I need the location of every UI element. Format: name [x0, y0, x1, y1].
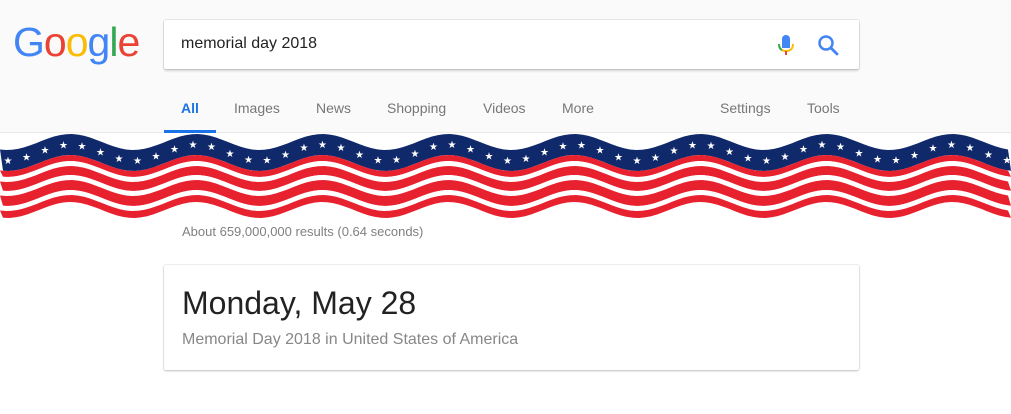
- flag-star: ★: [929, 144, 938, 155]
- microphone-icon[interactable]: [775, 33, 797, 57]
- flag-star: ★: [670, 146, 679, 157]
- search-box: [164, 20, 859, 69]
- flag-star: ★: [281, 150, 290, 161]
- flag-star: ★: [725, 147, 734, 158]
- flag-star: ★: [318, 140, 327, 151]
- flag-star: ★: [836, 142, 845, 153]
- flag-star: ★: [984, 150, 993, 161]
- tab-shopping[interactable]: Shopping: [387, 85, 446, 133]
- flag-star: ★: [577, 141, 586, 152]
- tab-settings[interactable]: Settings: [720, 85, 771, 133]
- flag-star: ★: [892, 156, 901, 167]
- flag-star: ★: [170, 144, 179, 155]
- flag-star: ★: [503, 156, 512, 167]
- tab-videos[interactable]: Videos: [483, 85, 526, 133]
- logo-letter: o: [43, 19, 67, 65]
- flag-star: ★: [133, 156, 142, 167]
- logo-letter: G: [13, 19, 45, 65]
- flag-star: ★: [115, 154, 124, 165]
- flag-star: ★: [818, 140, 827, 151]
- google-logo[interactable]: Google: [13, 19, 140, 65]
- logo-letter: g: [87, 19, 111, 65]
- flag-star: ★: [78, 141, 87, 152]
- header: Google All Images News Shopping Videos M…: [0, 0, 1011, 133]
- flag-star: ★: [392, 155, 401, 166]
- flag-star: ★: [966, 143, 975, 154]
- flag-star: ★: [152, 151, 161, 162]
- flag-star: ★: [707, 141, 716, 152]
- flag-star: ★: [226, 149, 235, 160]
- flag-star: ★: [4, 156, 13, 167]
- flag-star: ★: [374, 156, 383, 167]
- flag-star: ★: [688, 141, 697, 152]
- logo-letter: o: [65, 19, 89, 65]
- flag-star: ★: [263, 155, 272, 166]
- logo-letter: e: [117, 19, 140, 65]
- flag-star: ★: [596, 146, 605, 157]
- tab-all[interactable]: All: [164, 85, 216, 133]
- flag-star: ★: [522, 154, 531, 165]
- results-stats: About 659,000,000 results (0.64 seconds): [182, 224, 424, 239]
- memorial-day-flag-banner: ★ ★ ★ ★ ★ ★ ★ ★ ★ ★ ★ ★ ★ ★ ★ ★ ★ ★ ★ ★ ★ ★ ★ ★ ★ ★ ★ ★ ★ ★ ★ ★ ★ ★ ★ ★ ★ ★ ★ ★…: [0, 134, 1011, 218]
- flag-star: ★: [411, 149, 420, 160]
- answer-date: Monday, May 28: [182, 285, 417, 321]
- flag-star: ★: [762, 156, 771, 167]
- tab-more[interactable]: More: [562, 85, 594, 133]
- flag-star: ★: [355, 150, 364, 161]
- logo-letter: l: [109, 19, 118, 65]
- flag-star: ★: [207, 142, 216, 153]
- flag-star: ★: [559, 141, 568, 152]
- flag-star: ★: [873, 155, 882, 166]
- flag-star: ★: [540, 147, 549, 158]
- flag-star: ★: [485, 152, 494, 163]
- tab-images[interactable]: Images: [234, 85, 280, 133]
- flag-star: ★: [189, 140, 198, 151]
- flag-star: ★: [651, 153, 660, 164]
- flag-star: ★: [466, 144, 475, 155]
- search-icon[interactable]: [816, 33, 840, 57]
- search-tabs: All Images News Shopping Videos More Set…: [0, 85, 1011, 133]
- flag-star: ★: [41, 146, 50, 157]
- tab-news[interactable]: News: [316, 85, 351, 133]
- flag-star: ★: [96, 147, 105, 158]
- flag-star: ★: [1003, 155, 1011, 166]
- flag-star: ★: [633, 156, 642, 167]
- flag-star: ★: [744, 154, 753, 165]
- flag-star: ★: [300, 143, 309, 154]
- flag-star: ★: [781, 152, 790, 163]
- flag-star: ★: [22, 153, 31, 164]
- flag-star: ★: [855, 148, 864, 159]
- flag-star: ★: [614, 153, 623, 164]
- flag-star: ★: [910, 151, 919, 162]
- answer-description: Memorial Day 2018 in United States of Am…: [182, 331, 519, 348]
- flag-star: ★: [448, 140, 457, 151]
- answer-card: Monday, May 28 Memorial Day 2018 in Unit…: [164, 265, 859, 370]
- flag-star: ★: [244, 155, 253, 166]
- flag-star: ★: [429, 142, 438, 153]
- flag-star: ★: [337, 143, 346, 154]
- flag-star: ★: [59, 141, 68, 152]
- search-input[interactable]: [181, 32, 761, 56]
- tab-tools[interactable]: Tools: [807, 85, 840, 133]
- flag-star: ★: [947, 140, 956, 151]
- flag-star: ★: [799, 145, 808, 156]
